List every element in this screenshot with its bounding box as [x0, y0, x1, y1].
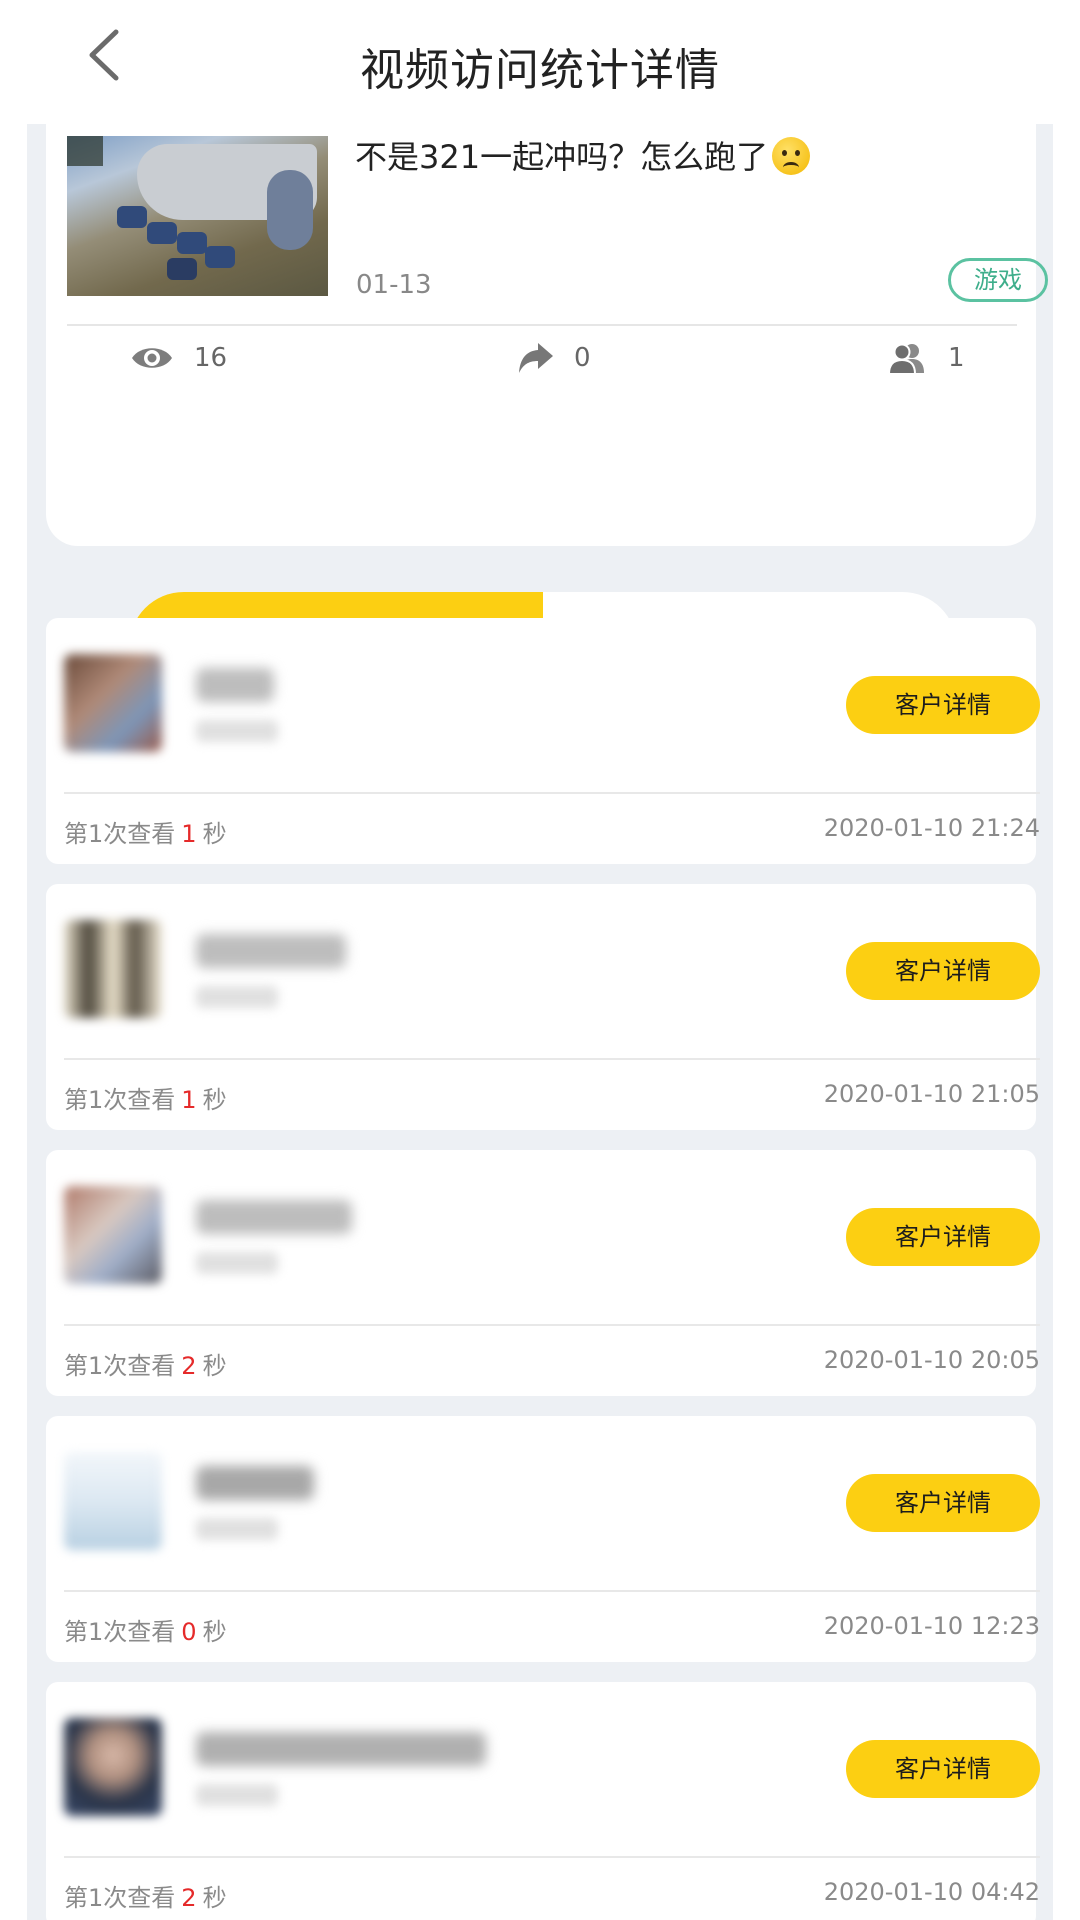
- blurred-customer-info: [196, 1784, 278, 1806]
- stat-views: 16: [130, 338, 227, 378]
- main-content[interactable]: 不是321一起冲吗？怎么跑了 01-13 游戏 16 0 1 客户详情 第1次查…: [27, 124, 1053, 1920]
- video-thumbnail[interactable]: [67, 136, 328, 296]
- page-title: 视频访问统计详情: [360, 45, 720, 96]
- card-divider: [64, 1590, 1040, 1592]
- customer-card: 客户详情 第1次查看 1 秒 2020-01-10 21:05: [46, 884, 1040, 1130]
- view-count-info: 第1次查看 2 秒: [64, 1346, 227, 1381]
- blurred-customer-name: [196, 1466, 314, 1500]
- view-timestamp: 2020-01-10 04:42: [823, 1878, 1040, 1906]
- blurred-customer-name: [196, 668, 274, 702]
- customer-detail-button[interactable]: 客户详情: [846, 676, 1040, 734]
- card-divider: [64, 792, 1040, 794]
- customer-card: 客户详情 第1次查看 2 秒 2020-01-10 04:42: [46, 1682, 1040, 1920]
- category-tag: 游戏: [948, 258, 1048, 302]
- seconds-unit: 秒: [202, 1884, 227, 1912]
- view-count-info: 第1次查看 0 秒: [64, 1612, 227, 1647]
- stats-divider: [67, 324, 1017, 326]
- view-count-info: 第1次查看 2 秒: [64, 1878, 227, 1913]
- seconds-unit: 秒: [202, 1352, 227, 1380]
- blurred-customer-name: [196, 1732, 486, 1766]
- customers-count: 1: [948, 343, 965, 373]
- view-seconds: 2: [181, 1352, 197, 1380]
- view-seconds: 1: [181, 820, 197, 848]
- view-timestamp: 2020-01-10 20:05: [823, 1346, 1040, 1374]
- view-timestamp: 2020-01-10 21:05: [823, 1080, 1040, 1108]
- view-timestamp: 2020-01-10 21:24: [823, 814, 1040, 842]
- blurred-customer-info: [196, 720, 278, 742]
- customer-detail-button[interactable]: 客户详情: [846, 1740, 1040, 1798]
- shares-count: 0: [574, 343, 591, 373]
- share-arrow-icon: [519, 343, 553, 373]
- view-count-info: 第1次查看 1 秒: [64, 1080, 227, 1115]
- avatar: [64, 1186, 162, 1284]
- video-card[interactable]: 不是321一起冲吗？怎么跑了 01-13 游戏 16 0 1: [46, 124, 1048, 546]
- customer-card: 客户详情 第1次查看 1 秒 2020-01-10 21:24: [46, 618, 1040, 864]
- view-seconds: 0: [181, 1618, 197, 1646]
- views-count: 16: [194, 343, 228, 373]
- blurred-customer-name: [196, 1200, 352, 1234]
- avatar: [64, 920, 162, 1018]
- stat-customers: 1: [888, 338, 965, 378]
- seconds-unit: 秒: [202, 1618, 227, 1646]
- avatar: [64, 1718, 162, 1816]
- customer-card: 客户详情 第1次查看 0 秒 2020-01-10 12:23: [46, 1416, 1040, 1662]
- customer-card: 客户详情 第1次查看 2 秒 2020-01-10 20:05: [46, 1150, 1040, 1396]
- video-title-text: 不是321一起冲吗？怎么跑了: [355, 138, 769, 176]
- avatar: [64, 1452, 162, 1550]
- seconds-unit: 秒: [202, 1086, 227, 1114]
- card-divider: [64, 1058, 1040, 1060]
- customer-detail-button[interactable]: 客户详情: [846, 942, 1040, 1000]
- blurred-customer-name: [196, 934, 346, 968]
- frowning-face-icon: [772, 137, 811, 175]
- customer-detail-button[interactable]: 客户详情: [846, 1208, 1040, 1266]
- users-icon: [888, 343, 924, 374]
- video-date: 01-13: [356, 270, 432, 300]
- view-prefix: 第1次查看: [64, 1086, 176, 1114]
- card-divider: [64, 1324, 1040, 1326]
- view-seconds: 1: [181, 1086, 197, 1114]
- stat-shares: 0: [518, 338, 591, 378]
- eye-icon: [132, 348, 172, 368]
- view-prefix: 第1次查看: [64, 820, 176, 848]
- blurred-customer-info: [196, 1518, 278, 1540]
- customer-detail-button[interactable]: 客户详情: [846, 1474, 1040, 1532]
- blurred-customer-info: [196, 1252, 278, 1274]
- blurred-customer-info: [196, 986, 278, 1008]
- card-divider: [64, 1856, 1040, 1858]
- view-timestamp: 2020-01-10 12:23: [823, 1612, 1040, 1640]
- view-prefix: 第1次查看: [64, 1352, 176, 1380]
- view-prefix: 第1次查看: [64, 1884, 176, 1912]
- view-seconds: 2: [181, 1884, 197, 1912]
- header: 视频访问统计详情: [0, 0, 1080, 124]
- video-title: 不是321一起冲吗？怎么跑了: [355, 132, 811, 178]
- seconds-unit: 秒: [202, 820, 227, 848]
- view-prefix: 第1次查看: [64, 1618, 176, 1646]
- avatar: [64, 654, 162, 752]
- view-count-info: 第1次查看 1 秒: [64, 814, 227, 849]
